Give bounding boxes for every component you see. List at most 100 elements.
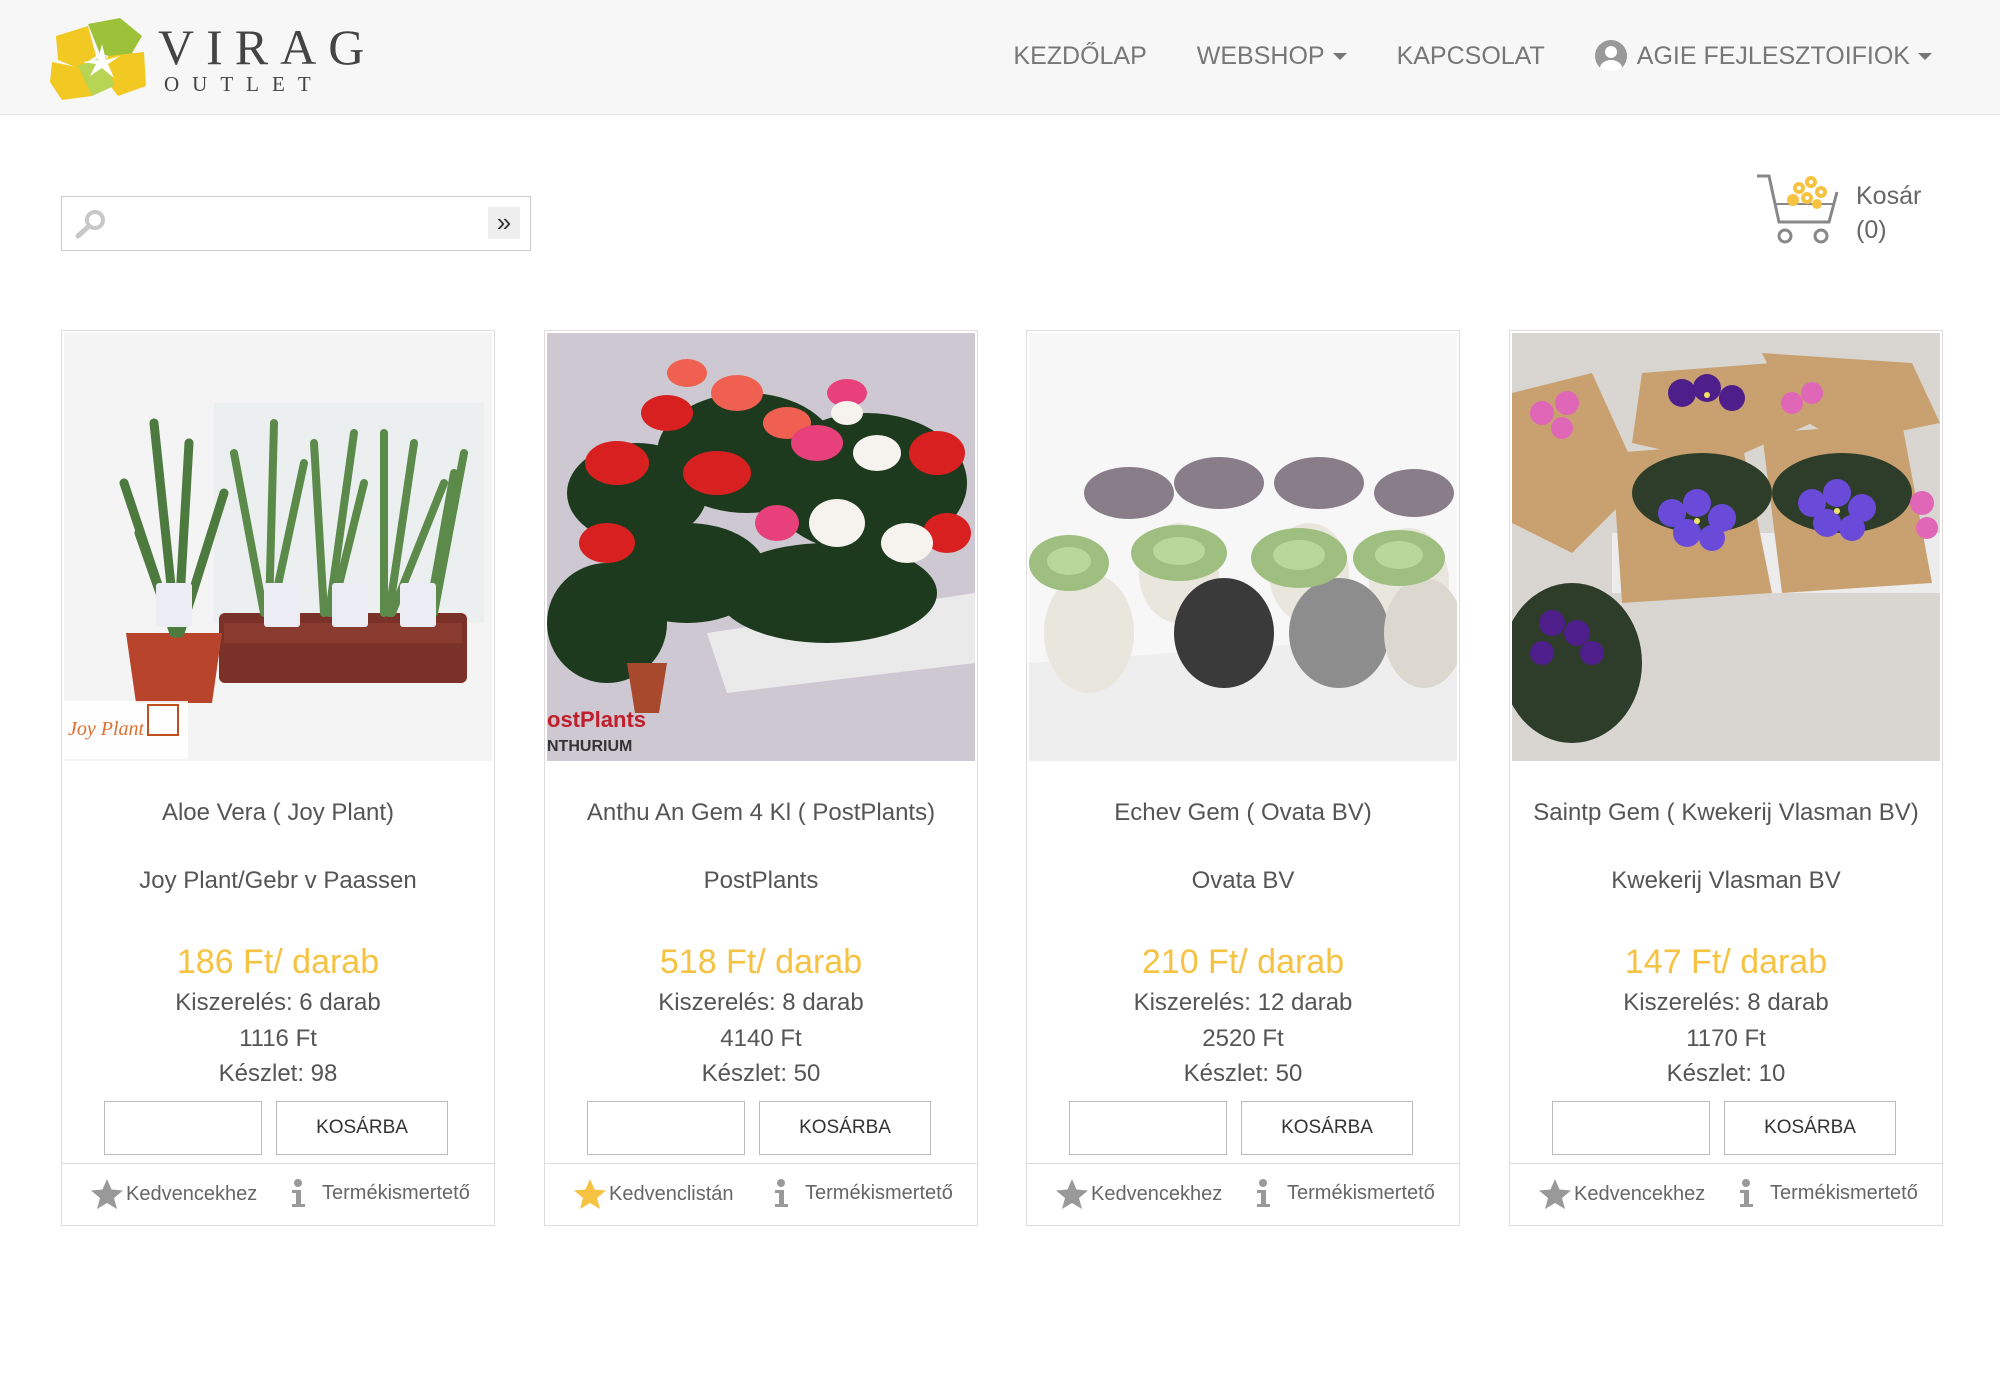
favorite-label: Kedvencekhez: [1091, 1182, 1223, 1205]
caret-down-icon: [1918, 52, 1932, 60]
favorite-link[interactable]: Kedvencekhez: [1538, 1178, 1705, 1210]
quantity-input[interactable]: [587, 1101, 745, 1155]
product-card: Joy Plant Aloe Vera ( Joy Plant) Joy Pla…: [61, 330, 495, 1226]
product-image[interactable]: [1512, 333, 1940, 761]
product-info-label: Termékismertető: [805, 1181, 953, 1204]
favorite-label: Kedvencekhez: [126, 1182, 258, 1205]
product-info-link[interactable]: Termékismertető: [769, 1178, 953, 1208]
info-icon: [292, 1179, 305, 1207]
product-pack-price: 1116 Ft: [239, 1025, 317, 1052]
search-icon: [75, 210, 105, 239]
add-to-cart-button[interactable]: KOSÁRBA: [276, 1101, 448, 1155]
product-image[interactable]: ostPlants NTHURIUM: [547, 333, 975, 761]
main-nav: KEZDŐLAP WEBSHOP KAPCSOLAT AGIE FEJLESZT…: [963, 40, 1932, 72]
nav-contact-link[interactable]: KAPCSOLAT: [1397, 42, 1545, 71]
product-stock: Készlet: 10: [1666, 1060, 1786, 1087]
favorite-label: Kedvenclistán: [609, 1182, 734, 1205]
product-info-label: Termékismertető: [322, 1181, 470, 1204]
product-price: 210 Ft/ darab: [1141, 943, 1345, 981]
nav-home-label: KEZDŐLAP: [1013, 41, 1147, 70]
product-stock: Készlet: 50: [701, 1060, 821, 1087]
info-icon: [775, 1179, 788, 1207]
nav-webshop-dropdown[interactable]: WEBSHOP: [1197, 42, 1347, 71]
nav-account-label: AGIE FEJLESZTOIFIOK: [1636, 41, 1910, 70]
search-input[interactable]: [118, 205, 468, 243]
product-card: Echev Gem ( Ovata BV) Ovata BV 210 Ft/ d…: [1026, 330, 1460, 1226]
nav-account-dropdown[interactable]: AGIE FEJLESZTOIFIOK: [1594, 40, 1932, 72]
product-info-label: Termékismertető: [1770, 1181, 1918, 1204]
flower-logo-icon: [50, 18, 146, 100]
logo-subtitle: OUTLET: [164, 72, 324, 96]
product-name: Aloe Vera ( Joy Plant): [161, 799, 395, 826]
favorite-label: Kedvencekhez: [1574, 1182, 1706, 1205]
quantity-input[interactable]: [104, 1101, 262, 1155]
cart-icon: [1757, 174, 1839, 244]
product-stock: Készlet: 50: [1183, 1060, 1303, 1087]
product-info-link[interactable]: Termékismertető: [286, 1178, 470, 1208]
star-icon: [1056, 1179, 1088, 1209]
info-icon: [1257, 1179, 1270, 1207]
favorite-link[interactable]: Kedvencekhez: [1055, 1178, 1222, 1210]
card-footer: Kedvencekhez Termékismertető: [62, 1163, 494, 1225]
product-image[interactable]: Joy Plant: [64, 333, 492, 761]
product-pack-price: 2520 Ft: [1202, 1025, 1284, 1052]
quantity-input[interactable]: [1069, 1101, 1227, 1155]
add-to-cart-button[interactable]: KOSÁRBA: [1724, 1101, 1896, 1155]
product-supplier: Kwekerij Vlasman BV: [1611, 867, 1841, 894]
product-name: Anthu An Gem 4 Kl ( PostPlants): [586, 799, 936, 826]
star-icon: [91, 1179, 123, 1209]
caret-down-icon: [1332, 52, 1347, 60]
product-pack-size: Kiszerelés: 12 darab: [1133, 989, 1353, 1016]
product-price: 186 Ft/ darab: [176, 943, 380, 981]
nav-home-link[interactable]: KEZDŐLAP: [1013, 42, 1146, 71]
cart-label: Kosár: [1856, 182, 1922, 210]
product-supplier: Ovata BV: [1191, 867, 1295, 894]
product-image[interactable]: [1029, 333, 1457, 761]
joy-plant-watermark: Joy Plant: [68, 718, 145, 740]
aloe-vera-photo: Joy Plant: [64, 333, 492, 761]
logo[interactable]: VIRAG OUTLET: [48, 16, 364, 100]
product-info-link[interactable]: Termékismertető: [1251, 1178, 1435, 1208]
favorite-link[interactable]: Kedvencekhez: [90, 1178, 257, 1210]
product-supplier: PostPlants: [703, 867, 819, 894]
product-supplier: Joy Plant/Gebr v Paassen: [139, 867, 417, 894]
search-box: »: [61, 196, 531, 251]
product-info-link[interactable]: Termékismertető: [1734, 1178, 1918, 1208]
postplants-watermark: ostPlants: [547, 707, 646, 732]
search-submit-button[interactable]: »: [488, 207, 520, 239]
nav-contact-label: KAPCSOLAT: [1396, 41, 1545, 70]
anthurium-watermark: NTHURIUM: [547, 738, 632, 755]
cart-count: (0): [1856, 216, 1887, 244]
star-icon: [1539, 1179, 1571, 1209]
product-price: 147 Ft/ darab: [1624, 943, 1828, 981]
star-icon: [574, 1179, 606, 1209]
info-icon: [1740, 1179, 1753, 1207]
nav-webshop-label: WEBSHOP: [1196, 41, 1325, 70]
card-footer: Kedvencekhez Termékismertető: [1027, 1163, 1459, 1225]
product-pack-size: Kiszerelés: 8 darab: [1623, 989, 1829, 1016]
product-stock: Készlet: 98: [218, 1060, 338, 1087]
quantity-input[interactable]: [1552, 1101, 1710, 1155]
product-name: Echev Gem ( Ovata BV): [1114, 799, 1372, 826]
card-footer: Kedvenclistán Termékismertető: [545, 1163, 977, 1225]
product-info-label: Termékismertető: [1287, 1181, 1435, 1204]
product-card: ostPlants NTHURIUM Anthu An Gem 4 Kl ( P…: [544, 330, 978, 1226]
anthurium-photo: ostPlants NTHURIUM: [547, 333, 975, 761]
add-to-cart-button[interactable]: KOSÁRBA: [759, 1101, 931, 1155]
card-footer: Kedvencekhez Termékismertető: [1510, 1163, 1942, 1225]
cart-link[interactable]: Kosár (0): [1755, 170, 1945, 250]
product-pack-price: 1170 Ft: [1686, 1025, 1766, 1052]
african-violet-photo: [1512, 333, 1940, 761]
product-name: Saintp Gem ( Kwekerij Vlasman BV): [1533, 799, 1919, 826]
navbar: VIRAG OUTLET KEZDŐLAP WEBSHOP KAPCSOLAT …: [0, 0, 2000, 115]
product-pack-price: 4140 Ft: [720, 1025, 802, 1052]
product-pack-size: Kiszerelés: 6 darab: [175, 989, 381, 1016]
echeveria-photo: [1029, 333, 1457, 761]
favorite-link[interactable]: Kedvenclistán: [573, 1178, 734, 1210]
user-icon: [1594, 40, 1627, 72]
add-to-cart-button[interactable]: KOSÁRBA: [1241, 1101, 1413, 1155]
product-price: 518 Ft/ darab: [659, 943, 863, 981]
product-pack-size: Kiszerelés: 8 darab: [658, 989, 864, 1016]
logo-title: VIRAG: [158, 19, 377, 75]
product-card: Saintp Gem ( Kwekerij Vlasman BV) Kweker…: [1509, 330, 1943, 1226]
